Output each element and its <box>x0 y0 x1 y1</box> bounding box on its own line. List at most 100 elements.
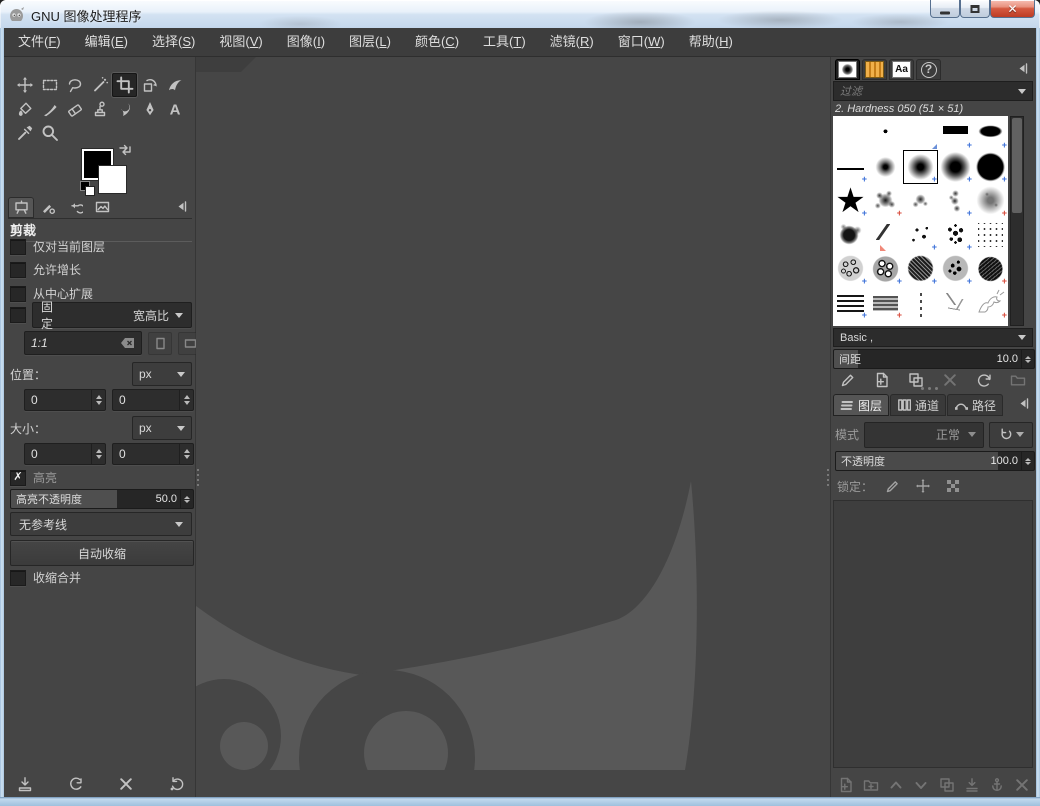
brush-animal[interactable]: + <box>973 286 1008 320</box>
brush-hline[interactable]: + <box>833 150 868 184</box>
tab-channels[interactable]: 通道 <box>890 394 947 416</box>
dock-tab-device-status[interactable] <box>35 197 61 218</box>
left-pane-resize-handle[interactable] <box>197 469 199 486</box>
brush-texture-1[interactable]: + <box>903 252 938 286</box>
transform-tool[interactable] <box>137 73 162 97</box>
menu-item-4[interactable]: 图像(I) <box>275 28 337 56</box>
highlight-opacity-slider[interactable]: 高亮不透明度 50.0 <box>10 489 194 509</box>
delete-layer-button[interactable] <box>1011 774 1033 796</box>
paintbrush-tool[interactable] <box>37 97 62 121</box>
panel-resize-handle[interactable] <box>921 387 938 390</box>
menu-item-5[interactable]: 图层(L) <box>337 28 403 56</box>
lock-position-button[interactable] <box>913 476 933 496</box>
brush-strokes[interactable]: + <box>833 286 868 320</box>
menu-item-9[interactable]: 窗口(W) <box>606 28 677 56</box>
layer-mode-dropdown[interactable]: 正常 <box>864 421 984 448</box>
brush-splatter-v[interactable]: + <box>938 184 973 218</box>
size-width-input[interactable]: 0 <box>24 443 106 465</box>
size-height-input[interactable]: 0 <box>112 443 194 465</box>
position-unit-dropdown[interactable]: px <box>132 362 192 386</box>
lock-alpha-button[interactable] <box>943 476 963 496</box>
brush-tag-entry[interactable]: Basic , <box>833 328 1033 347</box>
brush-blob-dark[interactable] <box>903 320 938 326</box>
maximize-button[interactable] <box>960 0 990 18</box>
position-y-input[interactable]: 0 <box>112 389 194 411</box>
eraser-tool[interactable] <box>62 97 87 121</box>
brush-scatter-dashes[interactable] <box>938 286 973 320</box>
brush-texture-block[interactable]: + <box>868 286 903 320</box>
refresh-brushes-button[interactable] <box>973 369 995 391</box>
spinner-arrows[interactable] <box>179 444 193 464</box>
menu-item-7[interactable]: 工具(T) <box>471 28 538 56</box>
brush-cells-1[interactable]: + <box>833 252 868 286</box>
brush-strip[interactable] <box>938 320 973 326</box>
swap-colors-icon[interactable] <box>118 143 132 157</box>
zoom-tool[interactable] <box>37 121 62 145</box>
scrollbar-thumb[interactable] <box>1012 118 1022 213</box>
move-tool[interactable] <box>12 73 37 97</box>
new-brush-button[interactable] <box>871 369 893 391</box>
smudge-tool[interactable] <box>112 97 137 121</box>
brush-splatter-l[interactable]: + <box>868 184 903 218</box>
shrink-merged-checkbox[interactable]: 收缩合并 <box>10 569 81 586</box>
brush-soft-m-selected[interactable]: + <box>903 150 938 184</box>
edit-brush-button[interactable] <box>837 369 859 391</box>
brush-texture-2[interactable]: + <box>973 252 1008 286</box>
brush-dots-sparse[interactable]: + <box>903 218 938 252</box>
brush-star[interactable]: + <box>833 184 868 218</box>
position-x-input[interactable]: 0 <box>24 389 106 411</box>
fixed-checkbox[interactable] <box>10 307 26 323</box>
brushes-menu-icon[interactable] <box>1014 61 1030 76</box>
spinner-arrows[interactable] <box>1021 350 1034 368</box>
menu-item-8[interactable]: 滤镜(R) <box>538 28 606 56</box>
restore-tool-preset-button[interactable] <box>65 773 87 795</box>
lock-pixels-button[interactable] <box>883 476 903 496</box>
mode-switch-button[interactable] <box>989 421 1033 448</box>
spinner-arrows[interactable] <box>180 490 193 508</box>
spinner-arrows[interactable] <box>179 390 193 410</box>
size-unit-dropdown[interactable]: px <box>132 416 192 440</box>
brush-blank[interactable] <box>833 116 868 150</box>
brush-cells-2[interactable]: + <box>868 252 903 286</box>
highlight-checkbox[interactable]: ✗ 高亮 <box>10 469 57 486</box>
minimize-button[interactable] <box>930 0 960 18</box>
dock-tab-undo-history[interactable] <box>62 197 88 218</box>
brush-dot-tiny[interactable] <box>868 116 903 150</box>
background-color-swatch[interactable] <box>98 165 127 194</box>
patterns-tab[interactable] <box>862 59 887 80</box>
brush-black-ellipse[interactable]: + <box>973 116 1008 150</box>
title-bar[interactable]: GNU 图像处理程序 ✕ <box>0 0 1040 29</box>
text-tool[interactable]: A <box>162 97 187 121</box>
spinner-arrows[interactable] <box>91 444 105 464</box>
menu-item-1[interactable]: 编辑(E) <box>73 28 140 56</box>
spinner-arrows[interactable] <box>1021 452 1034 470</box>
menu-item-6[interactable]: 颜色(C) <box>403 28 471 56</box>
warp-transform-tool[interactable] <box>162 73 187 97</box>
layers-menu-icon[interactable] <box>1015 396 1031 411</box>
current-layer-only-checkbox[interactable]: 仅对当前图层 <box>10 238 105 255</box>
raise-layer-button[interactable] <box>885 774 907 796</box>
ink-tool[interactable] <box>137 97 162 121</box>
open-brush-location-button[interactable] <box>1007 369 1029 391</box>
autoshrink-button[interactable]: 自动收缩 <box>10 540 194 566</box>
bucket-fill-tool[interactable] <box>12 97 37 121</box>
duplicate-layer-button[interactable] <box>936 774 958 796</box>
brush-thin-line[interactable] <box>868 320 903 326</box>
brush-soft-s[interactable] <box>868 150 903 184</box>
brush-black-bar[interactable]: + <box>938 116 973 150</box>
brush-solid-circle[interactable]: + <box>973 150 1008 184</box>
spinner-arrows[interactable] <box>91 390 105 410</box>
delete-tool-preset-button[interactable] <box>115 773 137 795</box>
tab-layers[interactable]: 图层 <box>833 394 890 416</box>
tab-paths[interactable]: 路径 <box>947 394 1004 416</box>
new-layer-group-button[interactable] <box>860 774 882 796</box>
layer-opacity-slider[interactable]: 不透明度 100.0 <box>835 451 1035 471</box>
brush-grid-scrollbar[interactable] <box>1010 116 1024 326</box>
merge-layer-button[interactable] <box>961 774 983 796</box>
menu-item-10[interactable]: 帮助(H) <box>677 28 745 56</box>
brush-filter-input[interactable]: 过滤 <box>833 81 1033 101</box>
clear-entry-icon[interactable] <box>121 337 135 349</box>
brush-splatter-soft[interactable]: + <box>973 184 1008 218</box>
canvas-area[interactable] <box>196 57 830 797</box>
aspect-ratio-input[interactable]: 1:1 <box>24 331 142 355</box>
